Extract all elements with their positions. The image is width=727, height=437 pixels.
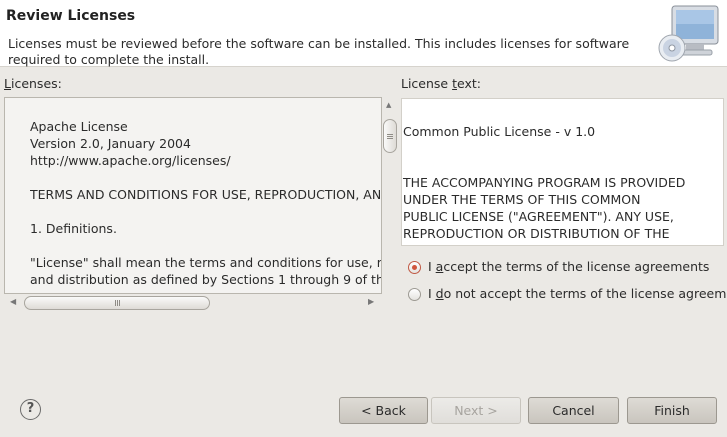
licenses-label: Licenses: — [4, 76, 62, 91]
page-description: Licenses must be reviewed before the sof… — [8, 36, 630, 67]
text-line — [30, 203, 381, 220]
horizontal-scroll-thumb[interactable] — [24, 296, 210, 310]
text-line: Apache License — [30, 119, 128, 134]
install-banner-icon — [658, 5, 719, 62]
cancel-button[interactable]: Cancel — [528, 397, 619, 424]
help-icon[interactable]: ? — [20, 399, 41, 420]
text-line: UNDER THE TERMS OF THIS COMMON — [403, 192, 641, 207]
text-line: 1. Definitions. — [30, 221, 117, 236]
accept-radio-button[interactable] — [408, 261, 421, 274]
accept-radio-label[interactable]: I accept the terms of the license agreem… — [428, 259, 709, 274]
text-line — [30, 237, 381, 254]
scroll-up-arrow-icon[interactable]: ▲ — [386, 101, 391, 109]
license-text-area[interactable]: Common Public License - v 1.0 THE ACCOMP… — [401, 98, 724, 246]
text-line — [30, 169, 381, 186]
finish-button[interactable]: Finish — [627, 397, 717, 424]
next-button: Next > — [431, 397, 521, 424]
licenses-tree-content[interactable]: Apache License Version 2.0, January 2004 h… — [30, 118, 382, 288]
licenses-list[interactable]: Apache License Version 2.0, January 2004 h… — [4, 97, 382, 294]
text-line: http://www.apache.org/licenses/ — [30, 153, 231, 168]
vertical-scroll-thumb[interactable] — [383, 119, 397, 153]
text-line: THE ACCOMPANYING PROGRAM IS PROVIDED — [403, 175, 686, 190]
license-text-content: Common Public License - v 1.0 THE ACCOMP… — [403, 123, 723, 242]
wizard-header: Review Licenses Licenses must be reviewe… — [0, 0, 727, 67]
text-line: TERMS AND CONDITIONS FOR USE, REPRODUCTI… — [30, 187, 382, 202]
page-title: Review Licenses — [6, 8, 136, 24]
text-line: PUBLIC LICENSE ("AGREEMENT"). ANY USE, — [403, 209, 674, 224]
text-line: REPRODUCTION OR DISTRIBUTION OF THE — [403, 226, 670, 241]
licenses-horizontal-scrollbar[interactable]: ◀ ▶ — [4, 294, 382, 310]
text-line — [403, 140, 723, 157]
decline-radio-label[interactable]: I do not accept the terms of the license… — [428, 286, 727, 301]
back-button[interactable]: < Back — [339, 397, 428, 424]
text-line: "License" shall mean the terms and condi… — [30, 255, 382, 270]
license-text-label: License text: — [401, 76, 481, 91]
text-line: Version 2.0, January 2004 — [30, 136, 191, 151]
text-line — [403, 157, 723, 174]
text-line: Common Public License - v 1.0 — [403, 124, 596, 139]
scroll-right-arrow-icon[interactable]: ▶ — [368, 297, 374, 306]
text-line: and distribution as defined by Sections … — [30, 272, 382, 287]
decline-radio-button[interactable] — [408, 288, 421, 301]
scroll-left-arrow-icon[interactable]: ◀ — [10, 297, 16, 306]
licenses-vertical-scrollbar[interactable]: ▲ — [382, 97, 398, 294]
